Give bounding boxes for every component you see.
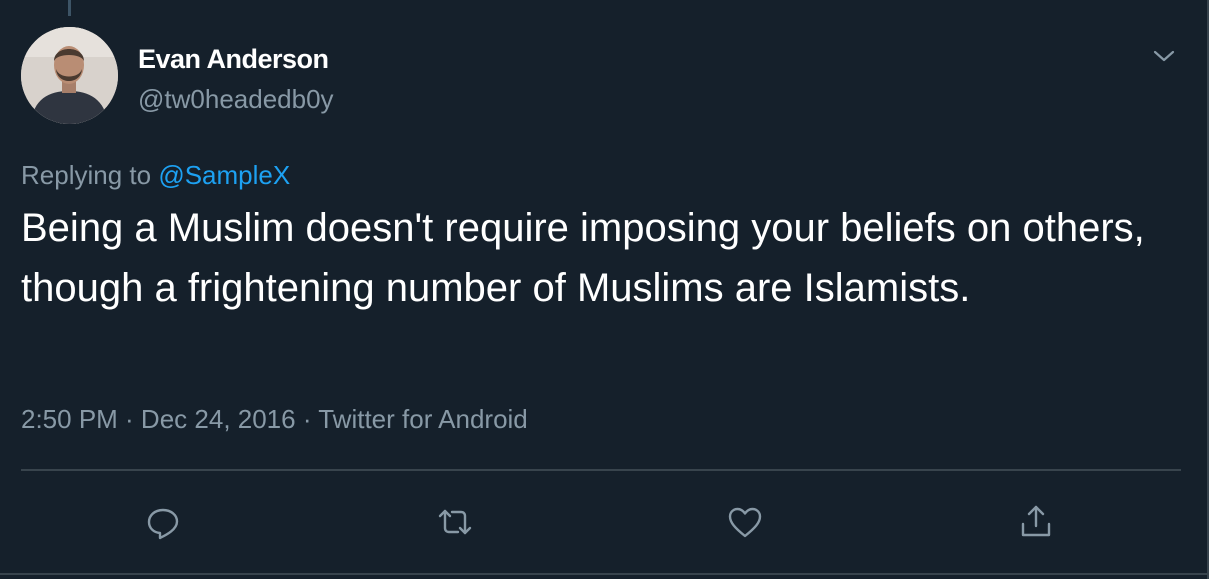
author-name[interactable]: Evan Anderson: [138, 44, 329, 75]
author-handle[interactable]: @tw0headedb0y: [138, 84, 334, 115]
like-button[interactable]: [725, 502, 765, 542]
retweet-icon: [438, 509, 472, 535]
more-options-button[interactable]: [1150, 42, 1178, 70]
avatar[interactable]: [21, 27, 118, 124]
replying-to: Replying to @SampleX: [21, 160, 290, 191]
tweet-meta[interactable]: 2:50 PM · Dec 24, 2016 · Twitter for And…: [21, 404, 528, 435]
divider: [21, 469, 1181, 471]
speech-bubble-icon: [147, 508, 179, 540]
thread-connector-line: [68, 0, 71, 16]
heart-icon: [728, 507, 762, 538]
replying-to-label: Replying to: [21, 160, 152, 190]
bottom-border: [0, 573, 1209, 575]
chevron-down-icon: [1153, 50, 1175, 62]
retweet-button[interactable]: [435, 502, 475, 542]
avatar-photo: [21, 27, 118, 124]
share-upload-icon: [1021, 505, 1051, 537]
replying-to-link[interactable]: @SampleX: [158, 160, 290, 190]
tweet-text: Being a Muslim doesn't require imposing …: [21, 206, 1145, 310]
reply-button[interactable]: [143, 502, 183, 542]
share-button[interactable]: [1016, 502, 1056, 542]
